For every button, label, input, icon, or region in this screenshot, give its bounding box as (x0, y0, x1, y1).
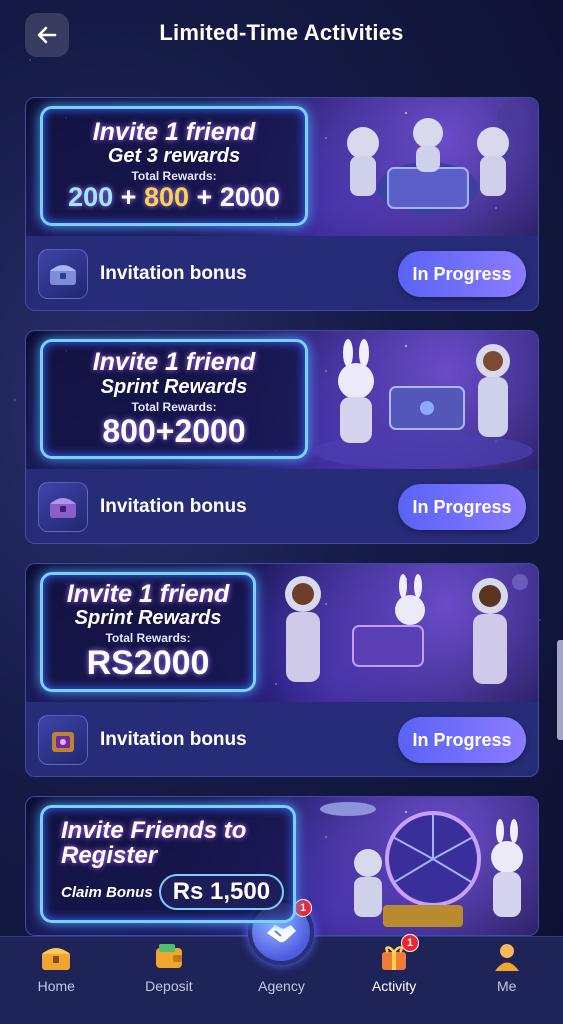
activity-info-row: Invitation bonus In Progress (26, 469, 538, 543)
scrollbar[interactable] (557, 640, 563, 740)
reward-amount-2: 800 (143, 182, 190, 213)
spin-wheel-astronaut-illustration (320, 802, 523, 927)
promo-box: Invite 1 friend Sprint Rewards Total Rew… (40, 339, 308, 459)
nav-label: Home (37, 978, 75, 994)
astronauts-chest-illustration (347, 102, 529, 214)
promo-subheadline: Register (61, 842, 158, 869)
treasure-chest-thumbnail (38, 249, 88, 299)
claim-bonus-row: Claim Bonus Rs 1,500 (61, 874, 285, 911)
treasure-chest-thumbnail (38, 715, 88, 765)
in-progress-button[interactable]: In Progress (398, 717, 526, 763)
nav-home[interactable]: Home (0, 936, 113, 1024)
activity-title: Invitation bonus (100, 729, 247, 750)
activity-card[interactable]: Invite Friends to Register Claim Bonus R… (25, 796, 539, 936)
activity-title: Invitation bonus (100, 263, 247, 284)
promo-headline: Invite 1 friend (92, 118, 256, 147)
nav-deposit[interactable]: Deposit (113, 936, 226, 1024)
nav-me[interactable]: Me (450, 936, 563, 1024)
plus-sign: + (196, 182, 213, 213)
activity-card[interactable]: Invite 1 friend Sprint Rewards Total Rew… (25, 330, 539, 544)
bunny-astronaut-chest-illustration (313, 339, 533, 469)
nav-label: Agency (258, 978, 305, 994)
activity-info-row: Invitation bonus In Progress (26, 236, 538, 310)
reward-amount-1: 200 (68, 182, 114, 213)
promo-subheadline: Get 3 rewards (107, 145, 241, 168)
nav-label: Deposit (145, 978, 193, 994)
promo-box: Invite 1 friend Sprint Rewards Total Rew… (40, 572, 256, 692)
promo-amount: 800+2000 (102, 412, 246, 449)
home-chest-icon (39, 940, 73, 974)
activity-info-row: Invitation bonus In Progress (26, 702, 538, 776)
nav-label: Me (496, 978, 517, 994)
chest-icon (50, 265, 76, 285)
activity-banner[interactable]: Invite Friends to Register Claim Bonus R… (26, 797, 538, 935)
header: Limited-Time Activities (0, 0, 563, 72)
activity-title: Invitation bonus (100, 496, 247, 517)
promo-box: Invite 1 friend Get 3 rewards Total Rewa… (40, 106, 308, 226)
page-title: Limited-Time Activities (159, 20, 404, 45)
promo-headline: Invite Friends to (61, 816, 247, 844)
activity-card[interactable]: Invite 1 friend Get 3 rewards Total Rewa… (25, 97, 539, 311)
claim-bonus-amount: Rs 1,500 (158, 874, 285, 911)
nav-label: Activity (371, 978, 417, 994)
user-icon (490, 940, 524, 974)
astronauts-bunny-chest-illustration (285, 574, 528, 684)
promo-subheadline: Sprint Rewards (74, 607, 222, 630)
in-progress-button[interactable]: In Progress (398, 251, 526, 297)
activity-card[interactable]: Invite 1 friend Sprint Rewards Total Rew… (25, 563, 539, 777)
gift-icon: 1 (377, 934, 420, 974)
notification-badge: 1 (401, 934, 420, 952)
promo-amount: RS2000 (86, 644, 210, 683)
wallet-icon (152, 940, 186, 974)
promo-box: Invite Friends to Register Claim Bonus R… (40, 805, 296, 923)
activity-banner[interactable]: Invite 1 friend Get 3 rewards Total Rewa… (26, 98, 538, 236)
promo-headline: Invite 1 friend (92, 348, 256, 377)
promo-amount: 200 + 800 + 2000 (68, 182, 280, 213)
promo-total-label: Total Rewards: (131, 399, 217, 414)
in-progress-button[interactable]: In Progress (398, 484, 526, 530)
activity-banner[interactable]: Invite 1 friend Sprint Rewards Total Rew… (26, 564, 538, 702)
plus-sign: + (120, 182, 137, 213)
treasure-chest-thumbnail (38, 482, 88, 532)
nav-activity[interactable]: 1 Activity (338, 934, 451, 1024)
promo-headline: Invite 1 friend (66, 580, 230, 609)
reward-amount-3: 2000 (219, 182, 280, 213)
chest-icon (52, 732, 74, 752)
bottom-navigation: Home Deposit Agency 1 Activity Me 1 (0, 899, 563, 1024)
claim-bonus-label: Claim Bonus (61, 883, 153, 901)
activity-banner[interactable]: Invite 1 friend Sprint Rewards Total Rew… (26, 331, 538, 469)
chest-icon (50, 498, 76, 518)
promo-subheadline: Sprint Rewards (100, 375, 248, 398)
